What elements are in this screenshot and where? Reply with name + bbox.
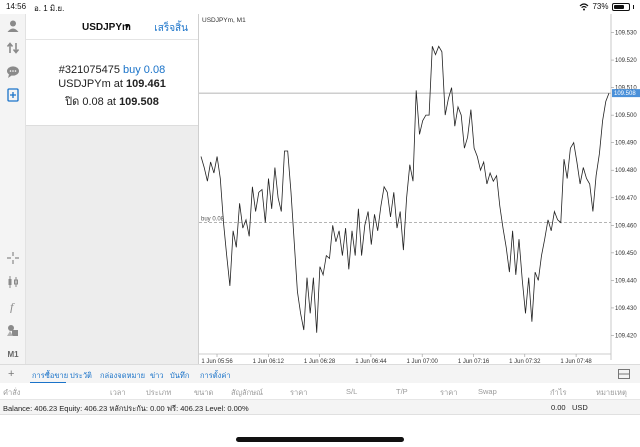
- indicators-button[interactable]: f: [3, 296, 23, 316]
- order-panel-header: USDJPYm ▼ เสร็จสิ้น: [26, 14, 198, 40]
- y-axis-ticks: 109.530109.520109.510109.500109.490109.4…: [611, 31, 637, 339]
- balance-text: Balance: 406.23 Equity: 406.23 หลักประกั…: [3, 404, 249, 413]
- orders-table-header: คำสั่ง เวลา ประเภท ขนาด สัญลักษณ์ ราคา S/L T/P ร…: [0, 383, 640, 400]
- wifi-icon: [580, 2, 589, 10]
- objects-button[interactable]: [3, 320, 23, 340]
- column-header[interactable]: ขนาด: [194, 387, 213, 399]
- trade-button[interactable]: [3, 38, 23, 58]
- account-button[interactable]: [3, 16, 23, 36]
- y-tick-label: 109.500: [615, 113, 637, 119]
- price-series-line: [200, 45, 610, 333]
- tab-3[interactable]: ข่าว: [150, 370, 164, 382]
- close-prefix: ปิด 0.08 at: [65, 96, 116, 108]
- layout-toggle-icon[interactable]: [618, 369, 630, 379]
- tab-4[interactable]: บันทึก: [170, 370, 189, 382]
- close-price-line: ปิด 0.08 at 109.508: [26, 92, 198, 110]
- new-order-button[interactable]: [3, 85, 23, 105]
- shapes-icon: [7, 325, 18, 336]
- column-header[interactable]: เวลา: [110, 387, 126, 399]
- open-price-line: USDJPYm at 109.461: [26, 78, 198, 90]
- new-document-icon: [7, 88, 19, 102]
- tab-0[interactable]: การซื้อขาย: [32, 370, 68, 382]
- battery-percent: 73%: [592, 2, 609, 11]
- current-price-value: 109.508: [614, 91, 636, 97]
- tab-5[interactable]: การตั้งค่า: [200, 370, 231, 382]
- y-tick-label: 109.470: [615, 196, 637, 202]
- timeframe-label: M1: [7, 349, 19, 359]
- arrows-updown-icon: [6, 42, 20, 54]
- y-tick-label: 109.490: [615, 141, 637, 147]
- done-button[interactable]: เสร็จสิ้น: [154, 21, 188, 36]
- column-header[interactable]: สัญลักษณ์: [231, 387, 263, 399]
- y-tick-label: 109.450: [615, 251, 637, 257]
- candlestick-icon: [8, 276, 18, 288]
- order-id: #321075475: [58, 64, 120, 76]
- tab-1[interactable]: ประวัติ: [70, 370, 92, 382]
- y-tick-label: 109.440: [615, 278, 637, 284]
- battery-icon: [611, 2, 630, 11]
- chat-button[interactable]: [3, 62, 23, 82]
- order-action: buy 0.08: [123, 64, 166, 76]
- order-id-line: #321075475 buy 0.08: [26, 64, 198, 76]
- crosshair-icon: [7, 252, 19, 264]
- total-profit: 0.00: [551, 403, 566, 412]
- status-time: 14:56: [6, 2, 27, 11]
- timeframe-button[interactable]: M1: [3, 344, 23, 364]
- status-bar: 14:56 อ. 1 มิ.ย. 73%: [0, 0, 640, 14]
- svg-text:f: f: [10, 300, 15, 313]
- y-tick-label: 109.520: [615, 58, 637, 64]
- balance-bar: Balance: 406.23 Equity: 406.23 หลักประกั…: [0, 400, 640, 415]
- chart-title: USDJPYm, M1: [202, 17, 246, 24]
- y-tick-label: 109.460: [615, 223, 637, 229]
- chat-icon: [7, 66, 19, 78]
- chart-type-button[interactable]: [3, 272, 23, 292]
- column-header[interactable]: T/P: [396, 387, 408, 396]
- column-header[interactable]: ประเภท: [146, 387, 171, 399]
- column-header[interactable]: หมายเหตุ: [596, 387, 627, 399]
- column-header[interactable]: S/L: [346, 387, 357, 396]
- order-panel: USDJPYm ▼ เสร็จสิ้น #321075475 buy 0.08 …: [26, 14, 198, 126]
- status-right: 73%: [579, 2, 634, 11]
- left-toolbar: f M1: [0, 14, 26, 364]
- column-header[interactable]: Swap: [478, 387, 497, 396]
- buy-level-label: buy 0.08: [201, 217, 225, 223]
- column-header[interactable]: คำสั่ง: [3, 387, 20, 399]
- chart-svg[interactable]: USDJPYm, M1 109.530109.520109.510109.500…: [199, 14, 640, 367]
- y-tick-label: 109.480: [615, 168, 637, 174]
- price-chart[interactable]: USDJPYm, M1 109.530 109.520 109.510 109.500…: [198, 14, 640, 367]
- panel-background: [26, 126, 198, 364]
- currency: USD: [572, 403, 588, 412]
- close-price: 109.508: [119, 96, 159, 108]
- chevron-down-icon[interactable]: ▼: [124, 23, 131, 30]
- crosshair-button[interactable]: [3, 248, 23, 268]
- y-tick-label: 109.530: [615, 31, 637, 37]
- open-price: 109.461: [126, 78, 166, 90]
- terminal-tabs: + การซื้อขาย ประวัติ กล่องจดหมาย ข่าว บันทึก…: [0, 364, 640, 384]
- open-prefix: USDJPYm at: [58, 78, 123, 90]
- column-header[interactable]: กำไร: [550, 387, 567, 399]
- function-icon: f: [10, 300, 15, 313]
- y-tick-label: 109.420: [615, 333, 637, 339]
- tab-2[interactable]: กล่องจดหมาย: [100, 370, 145, 382]
- column-header[interactable]: ราคา: [290, 387, 307, 399]
- column-header[interactable]: ราคา: [440, 387, 457, 399]
- home-indicator[interactable]: [236, 437, 404, 442]
- add-icon[interactable]: +: [8, 368, 14, 380]
- y-tick-label: 109.430: [615, 306, 637, 312]
- user-icon: [7, 20, 19, 32]
